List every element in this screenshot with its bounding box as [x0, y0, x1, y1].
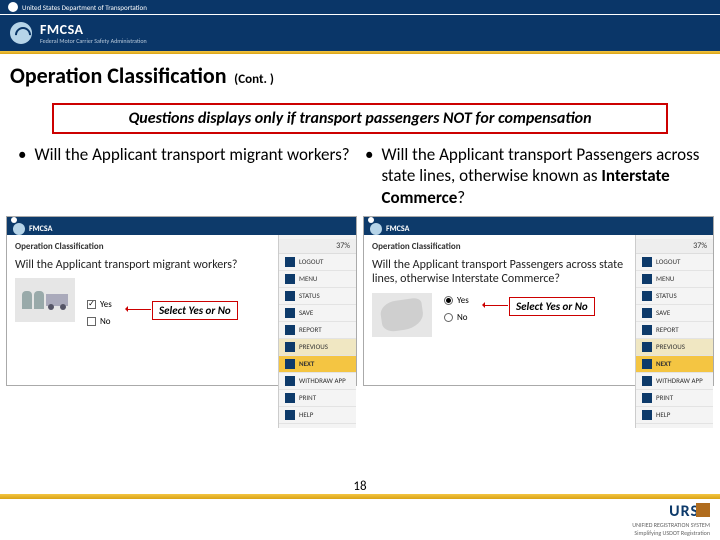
progress-pct: 37%: [279, 239, 356, 254]
mini-brandbar: FMCSA: [364, 223, 713, 235]
arrow-icon: [484, 305, 508, 306]
fmcsa-logo-icon: [13, 223, 25, 235]
fmcsa-logo-icon: [370, 223, 382, 235]
bullet-left: • Will the Applicant transport migrant w…: [18, 144, 355, 208]
yes-no-options: Yes No: [444, 295, 469, 323]
mini-question: Will the Applicant transport Passengers …: [372, 258, 627, 287]
urs-box-icon: [696, 503, 710, 517]
print-icon: [285, 393, 295, 403]
side-logout[interactable]: LOGOUT: [279, 254, 356, 271]
mini-page-title: Operation Classification: [372, 241, 627, 252]
heading-main: Operation Classification: [10, 62, 227, 89]
mini-brand-name: FMCSA: [386, 224, 409, 234]
next-icon: [285, 359, 295, 369]
side-next[interactable]: NEXT: [636, 356, 713, 373]
urs-subtitle: UNIFIED REGISTRATION SYSTEM: [632, 521, 710, 529]
side-print[interactable]: PRINT: [636, 390, 713, 407]
mini-sidebar: 37% LOGOUT MENU STATUS SAVE REPORT PREVI…: [278, 235, 356, 428]
seal-icon: [8, 2, 18, 12]
save-icon: [285, 308, 295, 318]
mini-page-title: Operation Classification: [15, 241, 270, 252]
bullet-icon: •: [18, 144, 26, 208]
option-yes[interactable]: Yes: [444, 295, 469, 306]
report-icon: [642, 325, 652, 335]
side-previous[interactable]: PREVIOUS: [636, 339, 713, 356]
urs-logo-block: URS UNIFIED REGISTRATION SYSTEM Simplify…: [632, 502, 710, 537]
print-icon: [642, 393, 652, 403]
withdraw-icon: [642, 376, 652, 386]
migrant-workers-icon: [15, 278, 75, 322]
status-icon: [285, 291, 295, 301]
gov-topbar-text: United States Department of Transportati…: [22, 3, 147, 12]
screenshot-right: FMCSA Operation Classification Will the …: [363, 216, 714, 386]
gov-topbar: United States Department of Transportati…: [0, 0, 720, 15]
urs-tagline: Simplifying USDOT Registration: [632, 529, 710, 537]
screenshot-left: FMCSA Operation Classification Will the …: [6, 216, 357, 386]
condition-callout: Questions displays only if transport pas…: [52, 103, 668, 134]
side-withdraw[interactable]: WITHDRAW APP: [636, 373, 713, 390]
side-menu[interactable]: MENU: [636, 271, 713, 288]
help-icon: [642, 410, 652, 420]
select-callout: Select Yes or No: [509, 297, 595, 316]
side-print[interactable]: PRINT: [279, 390, 356, 407]
side-save[interactable]: SAVE: [636, 305, 713, 322]
heading-sub: (Cont. ): [234, 72, 274, 87]
side-help[interactable]: HELP: [279, 407, 356, 424]
option-no[interactable]: No: [87, 316, 112, 327]
brand-name: FMCSA: [40, 21, 147, 38]
fmcsa-logo-icon: [10, 22, 32, 44]
bullet-row: • Will the Applicant transport migrant w…: [0, 140, 720, 216]
mini-brandbar: FMCSA: [7, 223, 356, 235]
option-no[interactable]: No: [444, 312, 469, 323]
progress-pct: 37%: [636, 239, 713, 254]
help-icon: [285, 410, 295, 420]
side-status[interactable]: STATUS: [636, 288, 713, 305]
side-withdraw[interactable]: WITHDRAW APP: [279, 373, 356, 390]
previous-icon: [285, 342, 295, 352]
withdraw-icon: [285, 376, 295, 386]
yes-no-options: ✓Yes No: [87, 299, 112, 327]
brand-sub: Federal Motor Carrier Safety Administrat…: [40, 37, 147, 45]
bullet-icon: •: [365, 144, 373, 208]
side-logout[interactable]: LOGOUT: [636, 254, 713, 271]
menu-icon: [642, 274, 652, 284]
side-report[interactable]: REPORT: [279, 322, 356, 339]
mini-sidebar: 37% LOGOUT MENU STATUS SAVE REPORT PREVI…: [635, 235, 713, 428]
side-save[interactable]: SAVE: [279, 305, 356, 322]
bullet-right: • Will the Applicant transport Passenger…: [365, 144, 702, 208]
save-icon: [642, 308, 652, 318]
urs-logo: URS: [632, 502, 710, 521]
bullet-right-text: Will the Applicant transport Passengers …: [381, 144, 702, 208]
mini-question: Will the Applicant transport migrant wor…: [15, 258, 270, 272]
select-callout: Select Yes or No: [152, 301, 238, 320]
brand-bar: FMCSA Federal Motor Carrier Safety Admin…: [0, 15, 720, 51]
side-status[interactable]: STATUS: [279, 288, 356, 305]
side-previous[interactable]: PREVIOUS: [279, 339, 356, 356]
side-report[interactable]: REPORT: [636, 322, 713, 339]
logout-icon: [642, 257, 652, 267]
slide-heading: Operation Classification (Cont. ): [0, 54, 720, 93]
option-yes[interactable]: ✓Yes: [87, 299, 112, 310]
side-next[interactable]: NEXT: [279, 356, 356, 373]
status-icon: [642, 291, 652, 301]
previous-icon: [642, 342, 652, 352]
menu-icon: [285, 274, 295, 284]
side-help[interactable]: HELP: [636, 407, 713, 424]
bullet-left-text: Will the Applicant transport migrant wor…: [34, 144, 349, 208]
logout-icon: [285, 257, 295, 267]
slide-footer: 18 URS UNIFIED REGISTRATION SYSTEM Simpl…: [0, 494, 720, 540]
mini-brand-name: FMCSA: [29, 224, 52, 234]
screenshot-row: FMCSA Operation Classification Will the …: [0, 216, 720, 386]
side-menu[interactable]: MENU: [279, 271, 356, 288]
interstate-map-icon: [372, 293, 432, 337]
arrow-icon: [127, 309, 151, 310]
next-icon: [642, 359, 652, 369]
page-number: 18: [353, 479, 366, 494]
report-icon: [285, 325, 295, 335]
